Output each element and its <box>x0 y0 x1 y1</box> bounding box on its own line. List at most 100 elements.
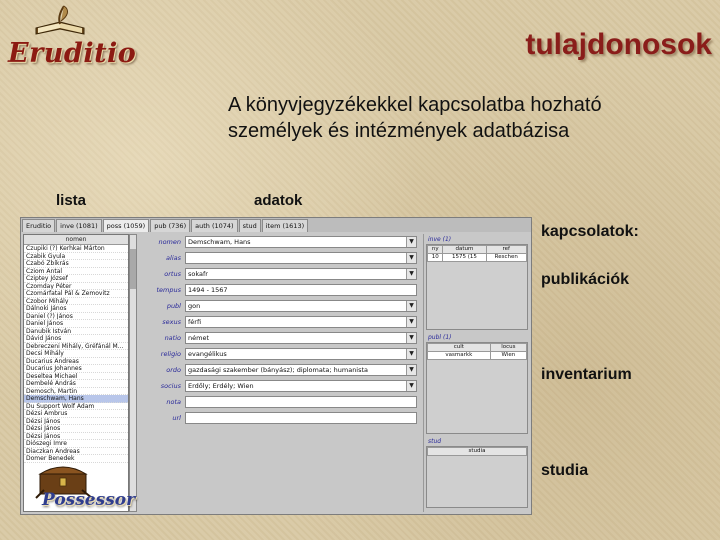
list-item[interactable]: Dálnoki János <box>24 305 128 313</box>
field-label: nota <box>166 398 181 406</box>
table-header[interactable]: datum <box>442 245 487 254</box>
field-row-socius: socius Erdőly; Erdély; Wien ▼ <box>141 379 419 393</box>
tab-pub[interactable]: pub (736) <box>150 219 191 232</box>
section-label-kapcsolatok: kapcsolatok: <box>541 223 639 240</box>
chevron-down-icon[interactable]: ▼ <box>406 269 416 279</box>
ortus-field[interactable]: sokafr ▼ <box>185 268 417 280</box>
table-header[interactable]: locus <box>489 343 528 352</box>
field-row-ordo: ordo gazdasági szakember (bányász); dipl… <box>141 363 419 377</box>
list-item[interactable]: Diószegi Imre <box>24 440 128 448</box>
tab-auth[interactable]: auth (1074) <box>191 219 238 232</box>
page-subtitle: A könyvjegyzékekkel kapcsolatba hozható … <box>228 92 698 144</box>
list-item[interactable]: Czupiki (?) Kerhkai Márton <box>24 245 128 253</box>
table-header[interactable]: studia <box>427 447 527 456</box>
tab-inve[interactable]: inve (1081) <box>56 219 102 232</box>
list-item[interactable]: Czabik Gyula <box>24 253 128 260</box>
field-label: socius <box>160 382 181 390</box>
chevron-down-icon[interactable]: ▼ <box>406 381 416 391</box>
inve-relation-table: ny datum ref 10 1575 (15 Reschen <box>426 244 528 330</box>
list-item[interactable]: Demosch, Martin <box>24 388 128 395</box>
scrollbar-thumb[interactable] <box>130 249 136 289</box>
socius-field[interactable]: Erdőly; Erdély; Wien ▼ <box>185 380 417 392</box>
field-row-natio: natio német ▼ <box>141 331 419 345</box>
list-item[interactable]: Czobor Mihály <box>24 298 128 305</box>
field-row-religio: religio evangélikus ▼ <box>141 347 419 361</box>
ordo-field[interactable]: gazdasági szakember (bányász); diplomata… <box>185 364 417 376</box>
tab-poss[interactable]: poss (1059) <box>102 219 150 232</box>
field-label: nomen <box>158 238 181 246</box>
table-header[interactable]: cult <box>427 343 491 352</box>
list-item[interactable]: Daniel (?) János <box>24 313 128 320</box>
field-value-text: Demschwam, Hans <box>188 238 251 246</box>
list-item[interactable]: Czabó Zbíkrás <box>24 260 128 268</box>
list-item[interactable]: Dávid János <box>24 335 128 343</box>
field-label: religio <box>160 350 181 358</box>
chevron-down-icon[interactable]: ▼ <box>406 349 416 359</box>
religio-field[interactable]: evangélikus ▼ <box>185 348 417 360</box>
alias-field[interactable]: ▼ <box>185 252 417 264</box>
chevron-down-icon[interactable]: ▼ <box>406 301 416 311</box>
tab-eruditio[interactable]: Eruditio <box>22 219 56 232</box>
possessor-logo: Possessor <box>22 460 135 516</box>
list-item[interactable]: Dézsi János <box>24 425 128 433</box>
field-value-text: gon <box>188 302 201 310</box>
field-value-text: gazdasági szakember (bányász); diplomata… <box>188 366 369 374</box>
relation-title-publ: publ (1) <box>428 334 452 341</box>
chevron-down-icon[interactable]: ▼ <box>406 253 416 263</box>
section-label-publikaciok: publikációk <box>541 271 630 288</box>
list-item[interactable]: Du Support Wolf Adam <box>24 403 128 410</box>
list-item[interactable]: Debreczeni Mihály, Gréfánál M... <box>24 343 128 350</box>
nomen-field[interactable]: Demschwam, Hans ▼ <box>185 236 417 248</box>
field-row-tempus: tempus 1494 - 1567 <box>141 283 419 297</box>
field-label: natio <box>164 334 181 342</box>
logo-text: Possessor <box>42 490 136 510</box>
chevron-down-icon[interactable]: ▼ <box>406 333 416 343</box>
list-item[interactable]: Czomárfatal Pál & Zemovitz <box>24 290 128 298</box>
table-cell: vasmarkk <box>427 351 491 360</box>
field-value-text: Erdőly; Erdély; Wien <box>188 382 254 390</box>
tab-item[interactable]: item (1613) <box>261 219 309 232</box>
list-item[interactable]: Decsi Mihály <box>24 350 128 358</box>
chevron-down-icon[interactable]: ▼ <box>406 365 416 375</box>
table-cell: Reschen <box>485 253 528 262</box>
field-row-nota: nota <box>141 395 419 409</box>
list-item[interactable]: Danubik István <box>24 328 128 335</box>
list-item[interactable]: Daniel János <box>24 320 128 328</box>
table-header[interactable]: ref <box>485 245 528 254</box>
list-item[interactable]: Cziptey József <box>24 275 128 283</box>
list-item-selected[interactable]: Demschwam, Hans <box>24 395 128 403</box>
sexus-field[interactable]: férfi ▼ <box>185 316 417 328</box>
field-row-url: url <box>141 411 419 425</box>
list-item[interactable]: Diaczkan Andreas <box>24 448 128 455</box>
nota-field[interactable] <box>185 396 417 408</box>
chevron-down-icon[interactable]: ▼ <box>406 237 416 247</box>
field-label: sexus <box>162 318 181 326</box>
section-label-studia: studia <box>541 462 589 479</box>
list-item[interactable]: Dézsi Ambrus <box>24 410 128 418</box>
list-column-header[interactable]: nomen <box>24 235 128 245</box>
tempus-field[interactable]: 1494 - 1567 <box>185 284 417 296</box>
list-item[interactable]: Cziom Antal <box>24 268 128 275</box>
list-scrollbar[interactable] <box>129 234 137 512</box>
list-item[interactable]: Czomday Péter <box>24 283 128 290</box>
list-item[interactable]: Ducarius Andreas <box>24 358 128 365</box>
publ-field[interactable]: gon ▼ <box>185 300 417 312</box>
section-label-inventarium: inventarium <box>541 366 632 383</box>
table-row[interactable]: 10 1575 (15 Reschen <box>426 253 528 262</box>
book-quill-icon <box>35 5 85 35</box>
list-item[interactable]: Ducarius Johannes <box>24 365 128 373</box>
relations-panel: inve (1) ny datum ref 10 1575 (15 Resche… <box>423 234 529 512</box>
chevron-down-icon[interactable]: ▼ <box>406 317 416 327</box>
url-field[interactable] <box>185 412 417 424</box>
table-cell: Wien <box>489 351 528 360</box>
list-item[interactable]: Deseltea Michael <box>24 373 128 380</box>
table-header[interactable]: ny <box>426 245 444 254</box>
field-value-text: 1494 - 1567 <box>188 286 228 294</box>
list-item[interactable]: Dembelé András <box>24 380 128 388</box>
natio-field[interactable]: német ▼ <box>185 332 417 344</box>
table-row[interactable]: vasmarkk Wien <box>427 351 528 360</box>
list-item[interactable]: Dézsi János <box>24 418 128 425</box>
tab-stud[interactable]: stud <box>238 219 261 232</box>
list-item[interactable]: Dézsi János <box>24 433 128 440</box>
subtitle-line-1: A könyvjegyzékekkel kapcsolatba hozható <box>228 94 602 116</box>
